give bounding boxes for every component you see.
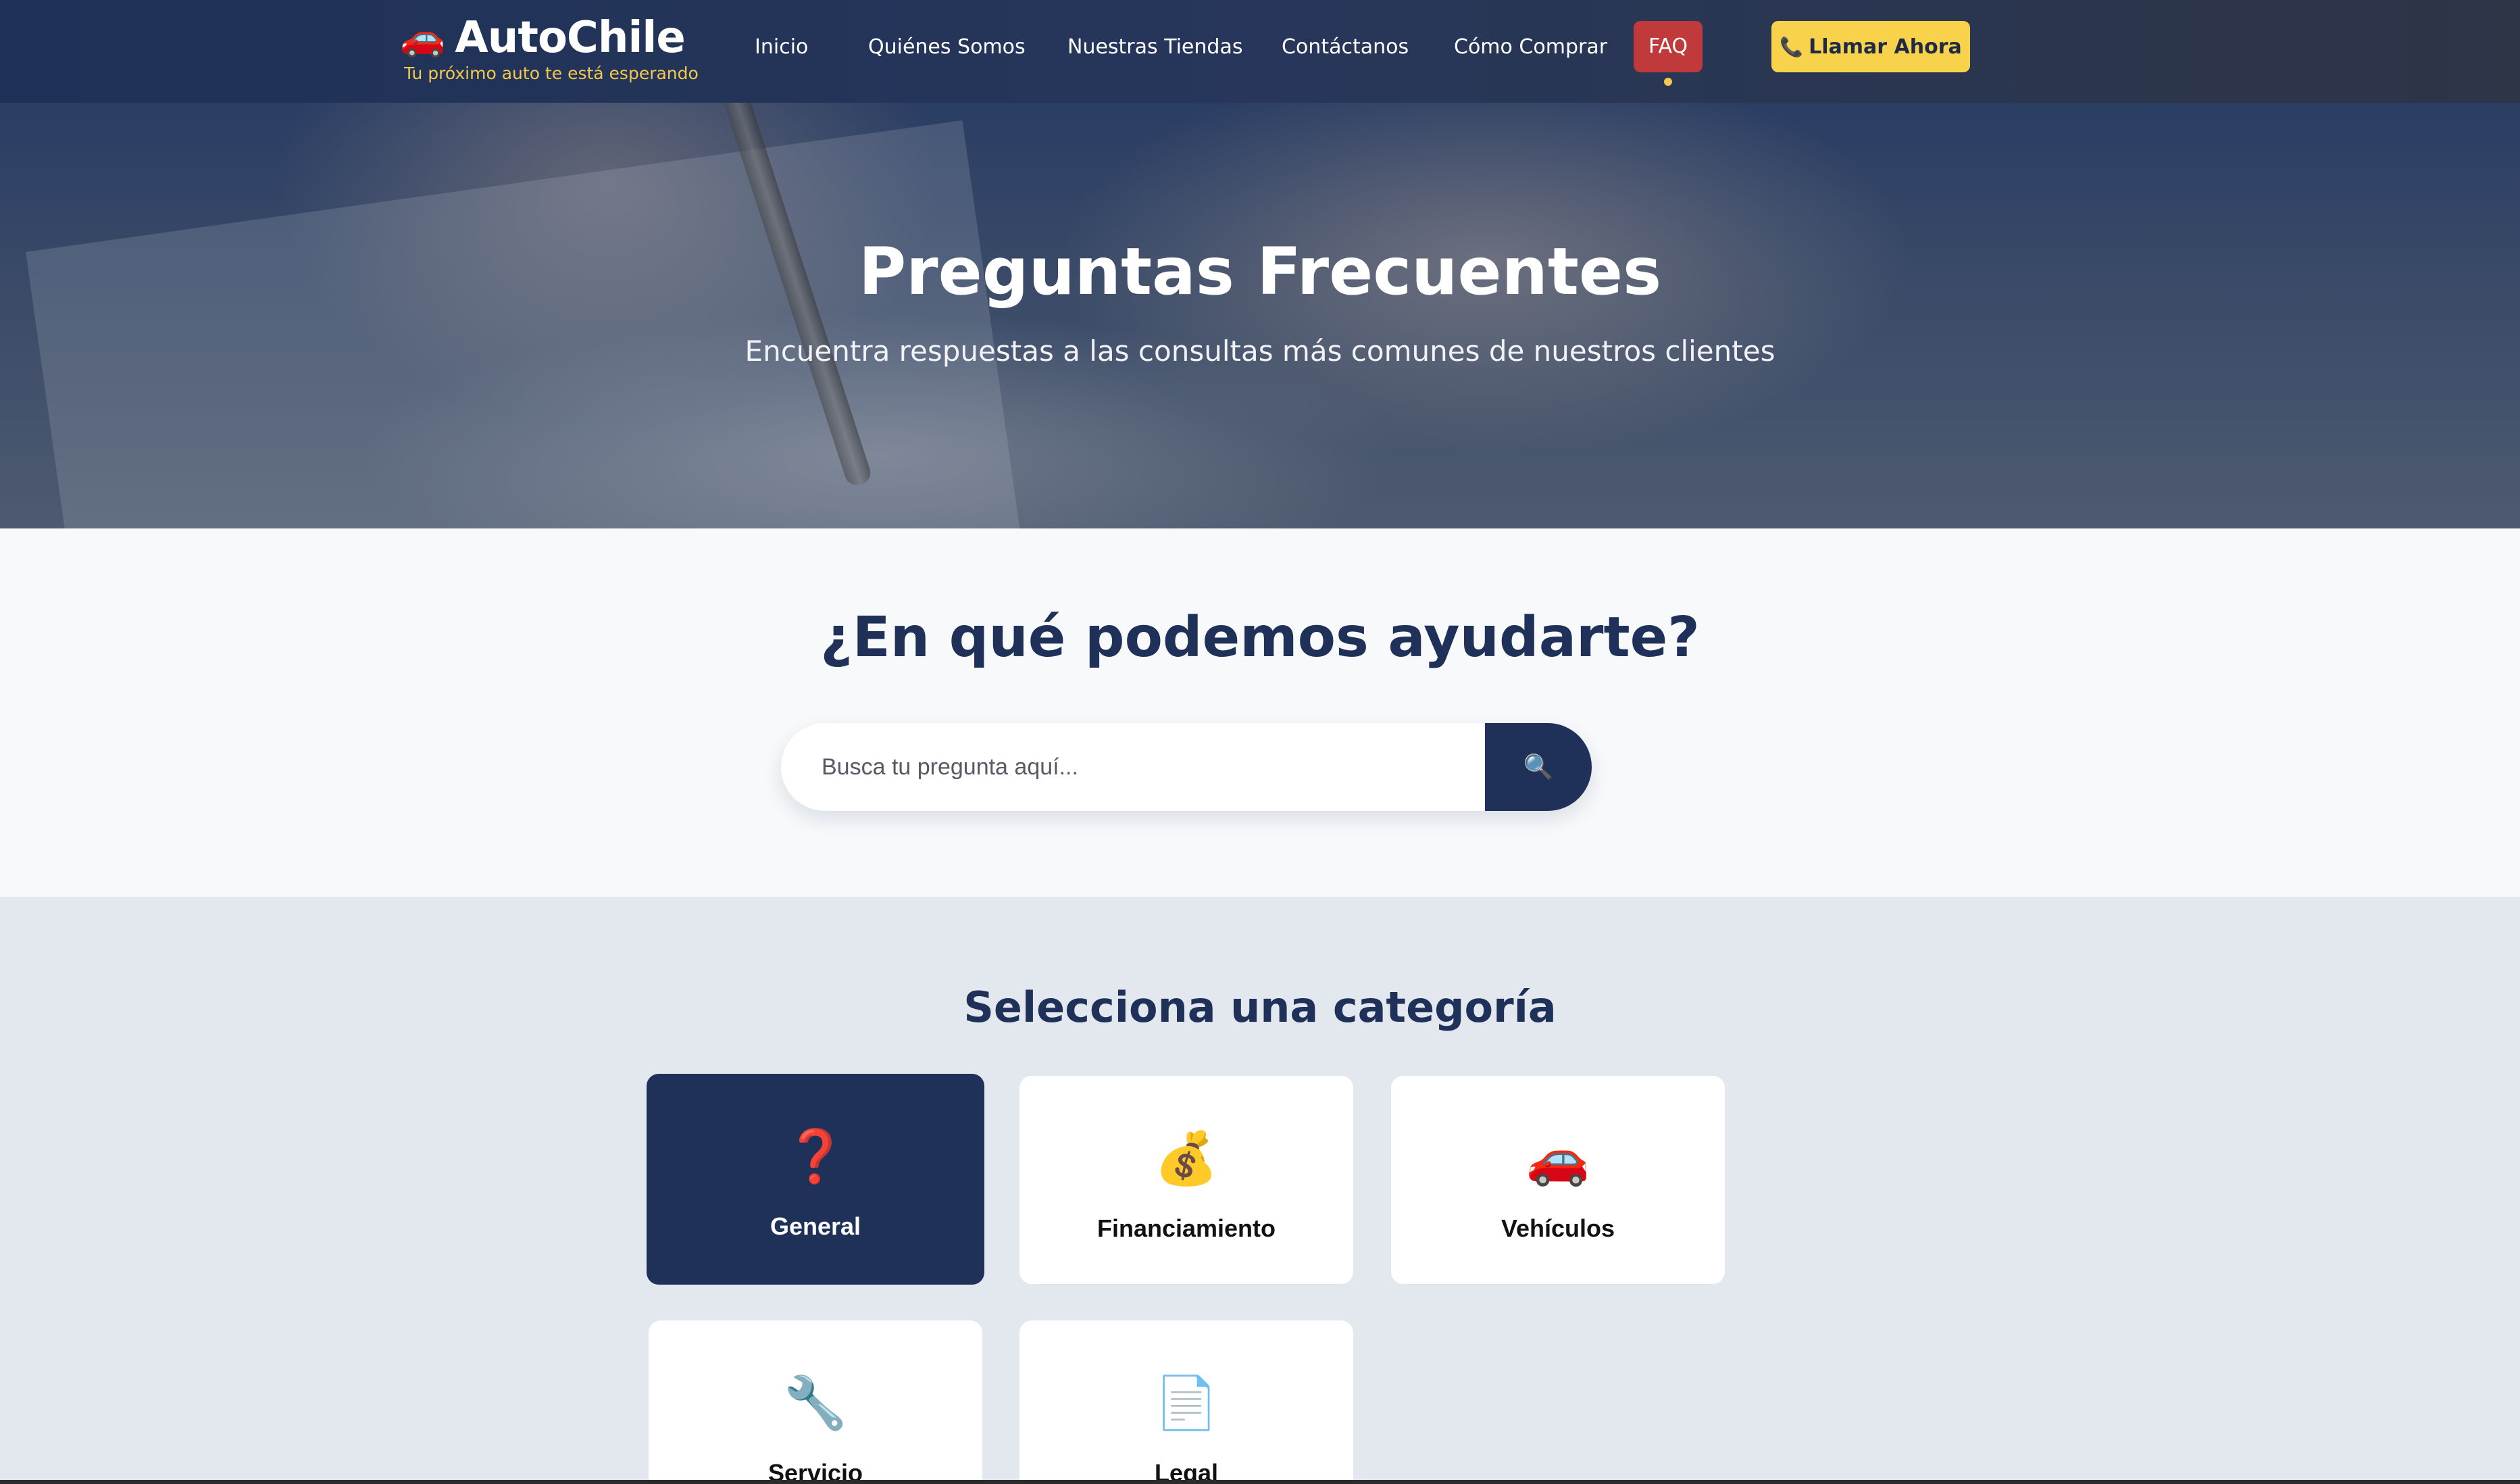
- page-subtitle: Encuentra respuestas a las consultas más…: [745, 335, 1775, 368]
- search-heading: ¿En qué podemos ayudarte?: [820, 605, 1700, 670]
- car-icon: 🚗: [400, 16, 446, 59]
- nav-nuestras-tiendas[interactable]: Nuestras Tiendas: [1067, 32, 1242, 62]
- category-card-legal[interactable]: 📄 Legal: [1019, 1320, 1353, 1484]
- call-now-button[interactable]: 📞 Llamar Ahora: [1771, 21, 1970, 72]
- search-icon: 🔍: [1523, 753, 1554, 781]
- search-button[interactable]: 🔍: [1485, 723, 1592, 811]
- document-icon: 📄: [1154, 1372, 1219, 1433]
- search-input[interactable]: [781, 723, 1485, 811]
- category-card-general[interactable]: ❓ General: [647, 1074, 984, 1285]
- nav-quienes-somos[interactable]: Quiénes Somos: [868, 32, 1026, 62]
- nav-como-comprar[interactable]: Cómo Comprar: [1454, 32, 1607, 62]
- category-label: Vehículos: [1501, 1214, 1615, 1242]
- categories-section: Selecciona una categoría ❓ General 💰 Fin…: [0, 897, 2520, 1484]
- phone-icon: 📞: [1780, 35, 1804, 58]
- page: 🚗 AutoChile Tu próximo auto te está espe…: [0, 0, 2520, 1484]
- navbar: 🚗 AutoChile Tu próximo auto te está espe…: [0, 0, 2520, 103]
- category-card-vehiculos[interactable]: 🚗 Vehículos: [1391, 1076, 1725, 1284]
- car-icon: 🚗: [1526, 1128, 1590, 1188]
- brand-tagline: Tu próximo auto te está esperando: [404, 64, 699, 83]
- question-icon: ❓: [783, 1126, 848, 1186]
- search-section: ¿En qué podemos ayudarte? 🔍: [0, 528, 2520, 897]
- brand-logo[interactable]: 🚗 AutoChile Tu próximo auto te está espe…: [400, 14, 699, 84]
- categories-heading: Selecciona una categoría: [963, 983, 1557, 1032]
- active-indicator-dot: [1664, 78, 1672, 86]
- nav-inicio[interactable]: Inicio: [755, 32, 808, 62]
- nav-contactanos[interactable]: Contáctanos: [1282, 32, 1409, 62]
- money-bag-icon: 💰: [1154, 1128, 1219, 1188]
- search-box: 🔍: [781, 723, 1592, 811]
- page-title: Preguntas Frecuentes: [858, 234, 1662, 310]
- call-now-label: Llamar Ahora: [1809, 34, 1962, 59]
- wrench-icon: 🔧: [783, 1372, 848, 1433]
- hero-banner: Preguntas Frecuentes Encuentra respuesta…: [0, 103, 2520, 528]
- window-bottom-edge: [0, 1480, 2520, 1484]
- category-label: Financiamiento: [1097, 1214, 1276, 1242]
- category-card-financiamiento[interactable]: 💰 Financiamiento: [1019, 1076, 1353, 1284]
- category-label: General: [770, 1212, 861, 1240]
- category-card-servicio[interactable]: 🔧 Servicio: [649, 1320, 982, 1484]
- nav-faq-active[interactable]: FAQ: [1634, 21, 1703, 72]
- brand-name: AutoChile: [455, 13, 685, 63]
- hero-background-paper: [26, 120, 1028, 528]
